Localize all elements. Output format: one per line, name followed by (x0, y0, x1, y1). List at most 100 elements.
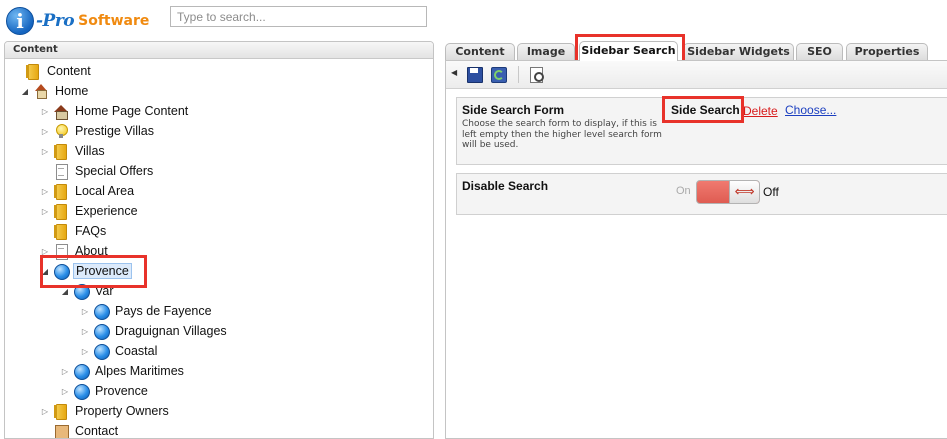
logo-badge: i (6, 7, 34, 35)
globe-icon (93, 323, 110, 340)
toolbar-separator (518, 66, 519, 83)
tree-node-special-offers[interactable]: Special Offers (39, 161, 155, 181)
tree-node-label: Provence (73, 263, 132, 279)
app-header: i -Pro Software (0, 0, 947, 40)
folder-icon (53, 143, 69, 160)
tree-node-label: Content (47, 64, 91, 78)
delete-link[interactable]: Delete (743, 104, 778, 118)
toggle-off-label: Off (763, 185, 779, 199)
globe-icon (53, 263, 70, 280)
expanded-arrow-icon[interactable]: ◢ (19, 87, 31, 96)
choose-link[interactable]: Choose... (785, 103, 836, 117)
collapsed-arrow-icon[interactable]: ▷ (39, 107, 51, 116)
logo-pro-text: -Pro (36, 11, 75, 31)
globe-icon (73, 283, 90, 300)
collapsed-arrow-icon[interactable]: ▷ (39, 187, 51, 196)
field-title-disable-search: Disable Search (462, 179, 549, 193)
tree-node-faqs[interactable]: FAQs (39, 221, 108, 241)
globe-icon (93, 303, 110, 320)
globe-icon (73, 383, 90, 400)
expanded-arrow-icon[interactable]: ◢ (59, 287, 71, 296)
collapse-arrow-icon[interactable]: ◀ (451, 68, 457, 77)
save-publish-icon[interactable] (490, 66, 507, 83)
tree-node-content[interactable]: Content (11, 61, 93, 81)
homepage-icon (53, 103, 69, 120)
folder-icon (25, 63, 41, 80)
page-icon (53, 243, 69, 260)
tree-node-label: Draguignan Villages (115, 324, 227, 338)
tab-seo[interactable]: SEO (796, 43, 843, 60)
content-tree-panel: Content Content ◢ Home ▷ Home Page Conte… (4, 41, 434, 439)
tab-properties[interactable]: Properties (846, 43, 928, 60)
side-search-form-field: Side Search Form Choose the search form … (456, 97, 947, 165)
tree-node-prestige-villas[interactable]: ▷ Prestige Villas (39, 121, 156, 141)
field-title-side-search-form: Side Search Form (462, 103, 565, 117)
tree-node-coastal[interactable]: ▷ Coastal (79, 341, 159, 361)
tree-node-experience[interactable]: ▷ Experience (39, 201, 140, 221)
tree-node-label: Contact (75, 424, 119, 438)
preview-icon[interactable] (528, 66, 545, 83)
tree-node-label: Special Offers (75, 164, 154, 178)
i-pro-logo[interactable]: i -Pro Software (6, 6, 149, 36)
collapsed-arrow-icon[interactable]: ▷ (39, 127, 51, 136)
tree-node-provence-selected[interactable]: ◢ Provence (39, 261, 132, 281)
field-help-side-search-form: Choose the search form to display, if th… (462, 119, 662, 150)
collapsed-arrow-icon[interactable]: ▷ (79, 327, 91, 336)
collapsed-arrow-icon[interactable]: ▷ (39, 207, 51, 216)
toggle-on-label: On (676, 185, 691, 197)
tree-node-provence-sub[interactable]: ▷ Provence (59, 381, 150, 401)
collapsed-arrow-icon[interactable]: ▷ (39, 407, 51, 416)
tree-node-label: Coastal (115, 344, 158, 358)
contact-icon (53, 423, 69, 438)
globe-icon (93, 343, 110, 360)
tree-node-label: Alpes Maritimes (95, 364, 184, 378)
tree-node-label: About (75, 244, 108, 258)
tree-node-label: Property Owners (75, 404, 169, 418)
tree-node-home-page-content[interactable]: ▷ Home Page Content (39, 101, 190, 121)
tab-image[interactable]: Image (517, 43, 575, 60)
tree-node-var[interactable]: ◢ Var (59, 281, 116, 301)
tab-sidebar-search[interactable]: Sidebar Search (579, 41, 678, 61)
disable-search-field: Disable Search On ⟺ Off (456, 173, 947, 215)
folder-icon (53, 223, 69, 240)
tree-node-villas[interactable]: ▷ Villas (39, 141, 107, 161)
folder-icon (53, 403, 69, 420)
disable-search-toggle[interactable]: ⟺ (696, 180, 760, 204)
tree-node-label: Local Area (75, 184, 135, 198)
collapsed-arrow-icon[interactable]: ▷ (79, 307, 91, 316)
collapsed-arrow-icon[interactable]: ▷ (39, 147, 51, 156)
tree-node-property-owners[interactable]: ▷ Property Owners (39, 401, 171, 421)
folder-icon (53, 183, 69, 200)
editor-toolbar: ◀ (446, 61, 947, 89)
tree-node-draguignan-villages[interactable]: ▷ Draguignan Villages (79, 321, 229, 341)
collapsed-arrow-icon[interactable]: ▷ (59, 387, 71, 396)
tree-node-label: Home Page Content (75, 104, 189, 118)
save-icon[interactable] (466, 66, 483, 83)
tree-node-label: Home (55, 84, 89, 98)
home-icon (33, 83, 49, 99)
global-search-input[interactable] (170, 6, 427, 27)
tree-node-label: FAQs (75, 224, 107, 238)
tree-node-label: Prestige Villas (75, 124, 154, 138)
tree-panel-title: Content (5, 42, 433, 59)
tree-node-home[interactable]: ◢ Home (19, 81, 90, 101)
collapsed-arrow-icon[interactable]: ▷ (39, 247, 51, 256)
bulb-icon (53, 123, 69, 139)
tree-node-alpes-maritimes[interactable]: ▷ Alpes Maritimes (59, 361, 186, 381)
globe-icon (73, 363, 90, 380)
expanded-arrow-icon[interactable]: ◢ (39, 267, 51, 276)
collapsed-arrow-icon[interactable]: ▷ (59, 367, 71, 376)
tree-node-local-area[interactable]: ▷ Local Area (39, 181, 136, 201)
page-icon (53, 163, 69, 180)
side-search-value: Side Search (671, 103, 740, 117)
tab-sidebar-widgets[interactable]: Sidebar Widgets (683, 43, 794, 60)
tree-node-pays-de-fayence[interactable]: ▷ Pays de Fayence (79, 301, 214, 321)
toggle-knob-arrows-icon[interactable]: ⟺ (729, 181, 759, 203)
collapsed-arrow-icon[interactable]: ▷ (79, 347, 91, 356)
tab-content[interactable]: Content (445, 43, 515, 60)
folder-icon (53, 203, 69, 220)
tree-node-label: Var (95, 284, 114, 298)
tree-node-label: Provence (95, 384, 148, 398)
tree-node-about[interactable]: ▷ About (39, 241, 110, 261)
tree-node-contact[interactable]: Contact (39, 421, 120, 438)
